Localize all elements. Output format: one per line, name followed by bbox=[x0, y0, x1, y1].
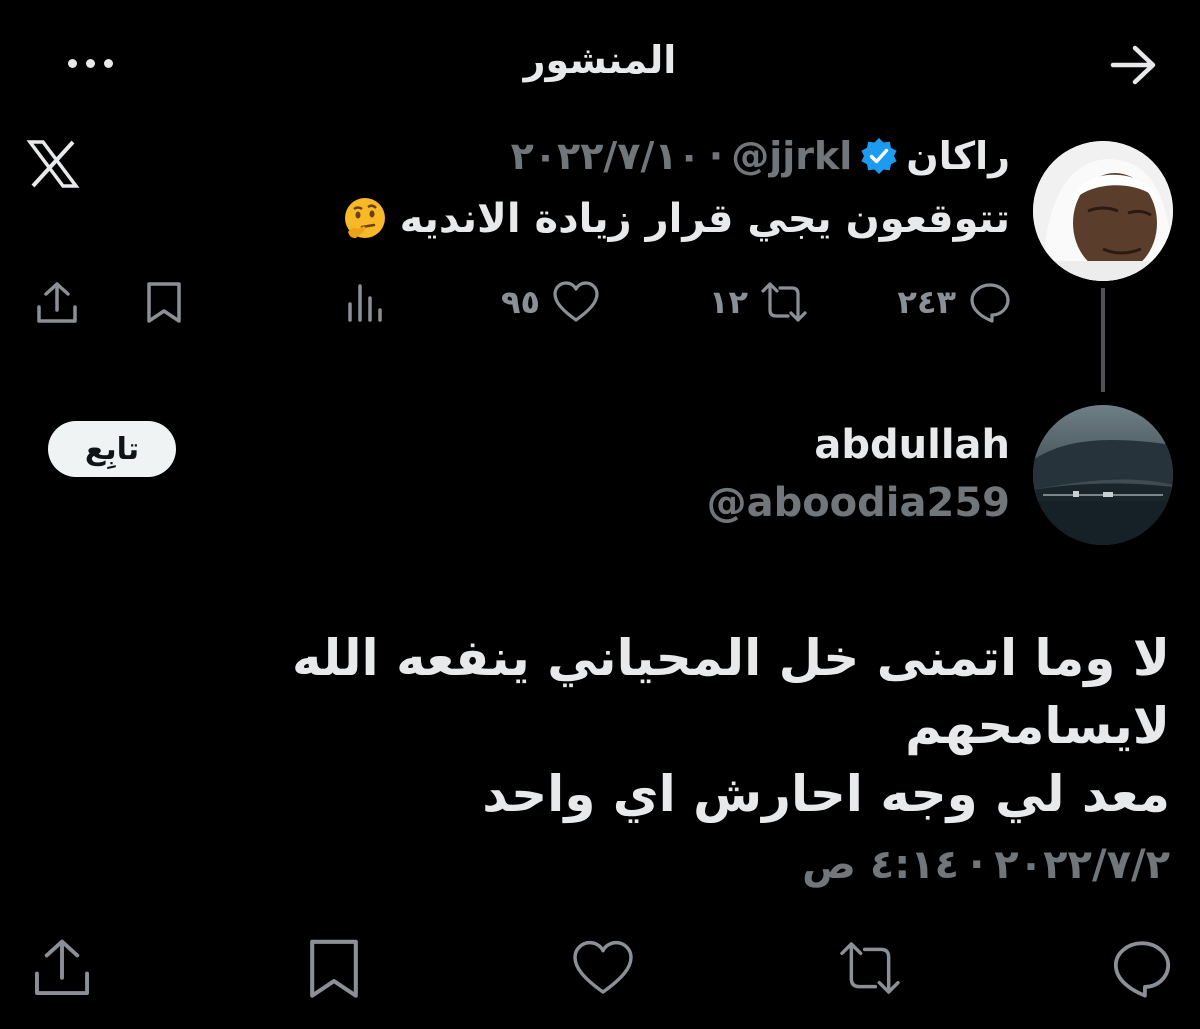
retweet-icon bbox=[761, 282, 807, 322]
quoted-tweet-text-row: تتوقعون يجي قرار زيادة الانديه bbox=[342, 196, 1010, 242]
bookmark-button[interactable] bbox=[302, 936, 366, 1000]
thinking-face-emoji bbox=[342, 196, 388, 242]
bookmark-icon bbox=[310, 939, 358, 998]
like-action[interactable]: ٩٥ bbox=[501, 280, 600, 324]
tweet-time: ٤:١٤ ص bbox=[802, 842, 960, 888]
separator-dot: · bbox=[969, 842, 985, 888]
views-icon bbox=[348, 284, 382, 322]
reply-button[interactable] bbox=[1110, 936, 1174, 1000]
quoted-tweet-header: راكان @jjrkl · ٢٠٢٢/٧/١٠ bbox=[511, 134, 1010, 178]
share-action[interactable] bbox=[34, 280, 80, 326]
quoted-author-name[interactable]: راكان bbox=[906, 134, 1010, 178]
views-action[interactable] bbox=[346, 280, 388, 324]
retweet-button[interactable] bbox=[838, 936, 902, 1000]
quoted-tweet-text: تتوقعون يجي قرار زيادة الانديه bbox=[399, 196, 1010, 242]
more-dot bbox=[67, 58, 77, 68]
more-options-button[interactable] bbox=[60, 48, 120, 78]
quoted-tweet-date[interactable]: ٢٠٢٢/٧/١٠ bbox=[511, 134, 701, 178]
bookmark-action[interactable] bbox=[144, 280, 184, 324]
heart-icon bbox=[573, 940, 633, 994]
author-avatar[interactable] bbox=[1033, 405, 1173, 545]
arrow-right-icon bbox=[1110, 45, 1156, 85]
tweet-text-line: معد لي وجه احارش اي واحد bbox=[482, 765, 1170, 823]
thread-connector-line bbox=[1101, 288, 1105, 392]
reply-action[interactable]: ٢٤٣ bbox=[897, 280, 1012, 324]
like-button[interactable] bbox=[571, 936, 635, 1000]
heart-icon bbox=[553, 281, 599, 322]
back-button[interactable] bbox=[1105, 40, 1161, 90]
retweet-count: ١٢ bbox=[708, 283, 748, 321]
bookmark-icon bbox=[147, 282, 181, 323]
follow-button[interactable]: تابِع bbox=[48, 421, 176, 477]
share-button[interactable] bbox=[30, 936, 94, 1000]
author-name[interactable]: abdullah bbox=[814, 422, 1010, 468]
tweet-timestamp[interactable]: ٢٠٢٢/٧/٢ · ٤:١٤ ص bbox=[802, 842, 1170, 888]
tweet-text-line: لا وما اتمنى خل المحياني ينفعه الله لايس… bbox=[292, 629, 1170, 755]
more-dot bbox=[85, 58, 95, 68]
verified-badge-icon bbox=[860, 137, 898, 175]
tweet-date: ٢٠٢٢/٧/٢ bbox=[994, 842, 1170, 888]
share-icon bbox=[37, 282, 77, 323]
page-title: المنشور bbox=[523, 38, 677, 82]
quoted-author-handle[interactable]: @jjrkl bbox=[731, 134, 852, 178]
reply-count: ٢٤٣ bbox=[897, 283, 956, 321]
quoted-author-avatar[interactable] bbox=[1033, 141, 1173, 281]
retweet-icon bbox=[840, 942, 900, 994]
reply-icon bbox=[970, 283, 1010, 323]
separator-dot: · bbox=[708, 134, 724, 178]
tweet-text: لا وما اتمنى خل المحياني ينفعه الله لايس… bbox=[20, 624, 1170, 828]
more-dot bbox=[103, 58, 113, 68]
share-icon bbox=[35, 939, 89, 995]
author-handle[interactable]: @aboodia259 bbox=[707, 480, 1010, 526]
like-count: ٩٥ bbox=[500, 283, 540, 321]
retweet-action[interactable]: ١٢ bbox=[709, 280, 808, 324]
reply-icon bbox=[1113, 941, 1171, 998]
x-logo-icon bbox=[26, 140, 80, 188]
